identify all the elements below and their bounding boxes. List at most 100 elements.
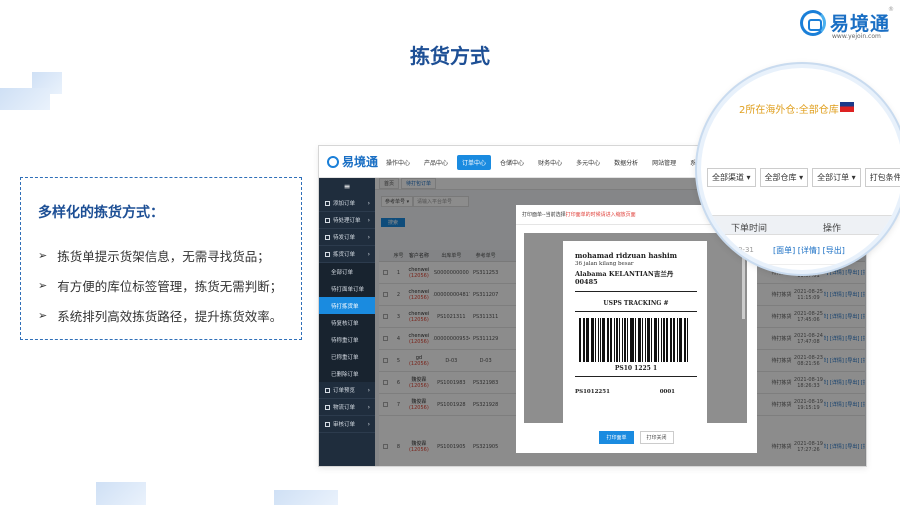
pack-condition-filter[interactable]: 打包条件 ▾: [864, 168, 900, 187]
barcode: [579, 318, 689, 362]
sidebar-item[interactable]: 待称重订单: [319, 331, 375, 348]
sidebar-item-label: 待打面单订单: [331, 286, 365, 293]
barcode-bar: [629, 318, 631, 362]
page-title: 拣货方式: [410, 44, 490, 68]
nav-item[interactable]: 网站管理: [647, 155, 681, 170]
logo-icon: [800, 10, 826, 36]
sidebar: ≡ 添加订单 › 待处理订单 › 待发订单 › 拣货订单 › 全部订单 待打面单订单 待打拣货单 待复核…: [319, 178, 375, 466]
label-order-no: PS1012251: [575, 389, 610, 395]
sidebar-item-label: 待复核订单: [331, 320, 359, 327]
top-nav: 操作中心产品中心订单中心仓储中心财务中心多元中心数据分析网站管理系统设置: [381, 155, 723, 170]
barcode-bar: [687, 318, 689, 362]
sidebar-item[interactable]: 全部订单: [319, 263, 375, 280]
barcode-bar: [602, 318, 605, 362]
sidebar-item-label: 拣货订单: [333, 252, 356, 258]
barcode-bar: [584, 318, 586, 362]
bullet-arrow-icon: ➢: [38, 308, 48, 322]
barcode-bar: [586, 318, 589, 362]
chevron-right-icon: ›: [367, 403, 370, 411]
recipient-city: Alabama KELANTIAN吉兰丹 00485: [575, 268, 697, 292]
decor-block: [0, 88, 50, 110]
barcode-bar: [592, 318, 594, 362]
sidebar-item[interactable]: 已称重订单: [319, 348, 375, 365]
nav-item[interactable]: 财务中心: [533, 155, 567, 170]
shipping-label: mohamad ridzuan hashim 36 jalan kilang b…: [563, 241, 707, 423]
nav-item[interactable]: 多元中心: [571, 155, 605, 170]
sidebar-item[interactable]: 拣货订单 ›: [319, 246, 375, 263]
barcode-bar: [655, 318, 657, 362]
sidebar-item[interactable]: 订单预览 ›: [319, 382, 375, 399]
feature-item: ➢ 系统排列高效拣货路径，提升拣货效率。: [38, 300, 282, 330]
barcode-bar: [637, 318, 639, 362]
barcode-bar: [676, 318, 678, 362]
decor-block: [274, 490, 338, 505]
magnifier-zoom: 2所在海外仓:全部仓库 全部渠道 ▾ 全部仓库 ▾ 全部订单 ▾ 打包条件 ▾ …: [697, 64, 900, 274]
sidebar-item-label: 全部订单: [331, 269, 354, 276]
menu-toggle-icon[interactable]: ≡: [319, 178, 375, 195]
barcode-bar: [594, 318, 596, 362]
warehouse-selector[interactable]: 2所在海外仓:全部仓库: [739, 101, 839, 116]
barcode-bar: [678, 318, 680, 362]
registered-mark: ®: [888, 6, 894, 13]
barcode-bar: [673, 318, 675, 362]
sidebar-item-label: 待称重订单: [331, 337, 359, 344]
app-logo-text: 易境通: [342, 155, 379, 169]
sidebar-item[interactable]: 待打面单订单: [319, 280, 375, 297]
channel-filter[interactable]: 全部渠道 ▾: [707, 168, 756, 187]
barcode-bar: [683, 318, 687, 362]
menu-icon: [325, 217, 330, 223]
barcode-bar: [608, 318, 610, 362]
sidebar-item[interactable]: 已删除订单: [319, 365, 375, 382]
sidebar-item-label: 审核订单: [333, 422, 356, 428]
feature-heading: 多样化的拣货方式：: [38, 205, 164, 221]
barcode-bar: [665, 318, 668, 362]
menu-icon: [325, 421, 330, 427]
barcode-bar: [582, 318, 584, 362]
nav-item[interactable]: 操作中心: [381, 155, 415, 170]
barcode-bar: [606, 318, 608, 362]
sidebar-item[interactable]: 待发订单 ›: [319, 229, 375, 246]
nav-item[interactable]: 订单中心: [457, 155, 492, 170]
menu-icon: [325, 251, 330, 257]
modal-hint: 打印面单的时候请进入缩放页面: [565, 212, 636, 218]
zoom-table-header: 下单时间 操作: [701, 215, 900, 235]
sidebar-item[interactable]: 物流订单 ›: [319, 399, 375, 416]
row-time: -08-31: [731, 246, 754, 254]
nav-item[interactable]: 数据分析: [609, 155, 643, 170]
sidebar-item[interactable]: 待打拣货单: [319, 297, 375, 314]
order-filter[interactable]: 全部订单 ▾: [812, 168, 861, 187]
print-close-button[interactable]: 打印关闭: [639, 431, 674, 444]
feature-item: ➢ 拣货单提示货架信息，无需寻找货品；: [38, 240, 282, 270]
barcode-bar: [618, 318, 620, 362]
col-actions: 操作: [823, 224, 842, 234]
nav-item[interactable]: 仓储中心: [495, 155, 529, 170]
warehouse-filter[interactable]: 全部仓库 ▾: [759, 168, 809, 187]
barcode-bar: [615, 318, 618, 362]
recipient-name: mohamad ridzuan hashim: [575, 251, 678, 260]
sidebar-item-label: 待发订单: [333, 235, 356, 241]
barcode-bar: [650, 318, 652, 362]
sidebar-item[interactable]: 添加订单 ›: [319, 195, 375, 212]
chevron-right-icon: ›: [367, 386, 370, 394]
row-actions[interactable]: [面单] [详情] [导出]: [773, 245, 845, 256]
barcode-bar: [610, 318, 612, 362]
sidebar-item[interactable]: 审核订单 ›: [319, 416, 375, 433]
chevron-right-icon: ›: [367, 233, 370, 241]
sidebar-item[interactable]: 待复核订单: [319, 314, 375, 331]
app-logo[interactable]: 易境通: [327, 153, 378, 170]
sidebar-item[interactable]: 待处理订单 ›: [319, 212, 375, 229]
chevron-right-icon: ›: [367, 420, 370, 428]
barcode-bar: [624, 318, 626, 362]
sidebar-item-label: ≡: [343, 182, 351, 191]
nav-item[interactable]: 产品中心: [419, 155, 453, 170]
barcode-bar: [599, 318, 602, 362]
barcode-bar: [613, 318, 615, 362]
tracking-title: USPS TRACKING #: [575, 300, 697, 312]
menu-icon: [325, 200, 330, 206]
sidebar-item-label: 已删除订单: [331, 371, 359, 378]
flag-icon: [840, 102, 854, 112]
barcode-bar: [634, 318, 636, 362]
barcode-bar: [597, 318, 599, 362]
print-label-button[interactable]: 打印面单: [599, 431, 634, 444]
brand-url: www.yejoin.com: [832, 33, 881, 40]
